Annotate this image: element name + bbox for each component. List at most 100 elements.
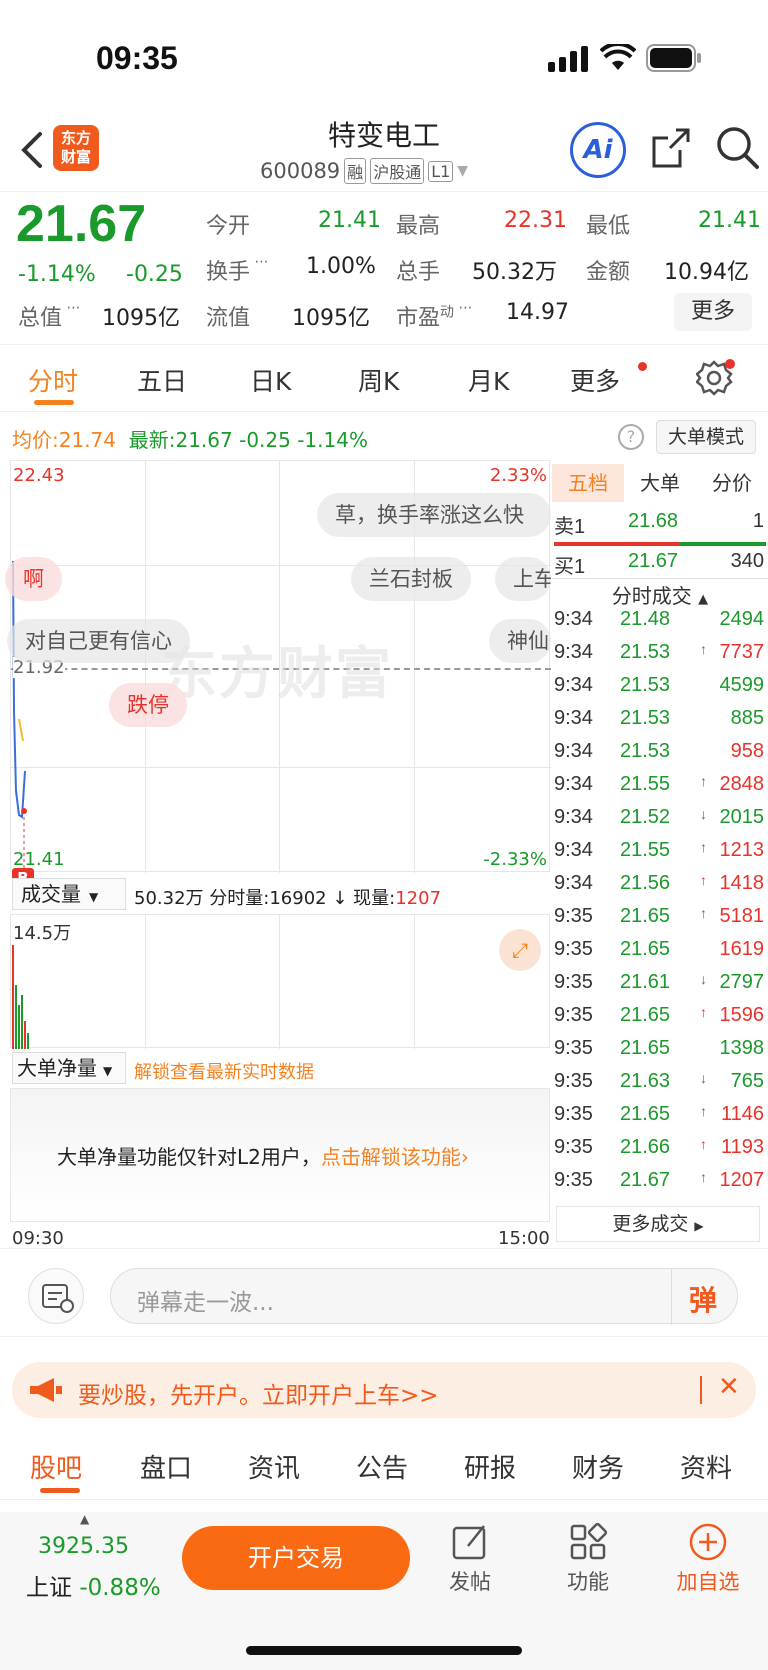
content-tabs: 股吧 盘口 资讯 公告 研报 财务 资料	[0, 1430, 768, 1500]
tick-direction-icon	[700, 608, 714, 641]
promo-banner[interactable]: 要炒股，先开户。立即开户上车>> ✕	[12, 1362, 756, 1418]
settings-gear-icon[interactable]	[696, 358, 736, 398]
expand-icon[interactable]: ⤢	[499, 929, 541, 971]
tick-volume: 1213	[719, 839, 765, 861]
tick-price: 21.52	[620, 806, 671, 828]
tick-direction-icon: ↑	[700, 839, 707, 855]
turnover-label[interactable]: 换手 ⋯	[206, 254, 268, 286]
unlock-link[interactable]: 解锁查看最新实时数据	[134, 1058, 314, 1084]
tick-volume: 2494	[719, 608, 765, 630]
add-watchlist-button[interactable]: 加自选	[666, 1512, 750, 1612]
tab-news[interactable]: 资讯	[248, 1448, 300, 1485]
latest-price: 21.67	[175, 428, 233, 452]
high-value: 22.31	[504, 208, 567, 233]
tick-volume: 1146	[720, 1103, 764, 1125]
tick-volume: 2015	[719, 806, 765, 828]
tick-direction-icon: ↑	[700, 905, 707, 921]
time-axis-start: 09:30	[12, 1228, 64, 1249]
tick-price: 21.53	[620, 707, 671, 729]
post-button[interactable]: 发帖	[436, 1512, 504, 1612]
caret-up-icon: ▲	[80, 1512, 90, 1526]
tab-forum[interactable]: 股吧	[30, 1448, 82, 1485]
volume-label: 总手	[396, 260, 441, 285]
tab-price-dist[interactable]: 分价	[696, 464, 768, 502]
tab-monthly-k[interactable]: 月K	[468, 362, 509, 398]
tab-intraday[interactable]: 分时	[28, 362, 78, 398]
unlock-feature-link[interactable]: 点击解锁该功能	[321, 1145, 461, 1169]
tick-volume: 1619	[719, 938, 765, 960]
tick-price: 21.48	[620, 608, 671, 630]
tick-volume: 1418	[719, 872, 765, 894]
more-quote-button[interactable]: 更多	[674, 293, 752, 331]
tab-finance[interactable]: 财务	[572, 1448, 624, 1485]
low-value: 21.41	[698, 208, 761, 233]
tab-daily-k[interactable]: 日K	[250, 362, 291, 398]
search-icon[interactable]	[714, 124, 760, 172]
home-indicator	[246, 1646, 522, 1655]
tick-price: 21.61	[620, 971, 671, 993]
tick-volume: 2848	[719, 773, 765, 795]
more-ticks-button[interactable]: 更多成交 ▶	[556, 1206, 760, 1242]
promo-text: 要炒股，先开户。立即开户上车>>	[78, 1383, 439, 1409]
plus-circle-icon	[689, 1523, 727, 1561]
help-icon[interactable]: ?	[618, 424, 644, 450]
function-button[interactable]: 功能	[554, 1512, 622, 1612]
tick-price: 21.55	[620, 773, 671, 795]
tick-volume: 958	[730, 740, 764, 762]
danmu-input-box[interactable]: 弹幕走一波... 弹	[110, 1268, 738, 1325]
volume-selector[interactable]: 成交量 ▼	[12, 878, 126, 910]
tick-direction-icon	[700, 938, 714, 971]
tab-announcements[interactable]: 公告	[356, 1448, 408, 1485]
tick-row: 9:34 21.55 ↑ 1213	[554, 839, 764, 872]
info-icon: ⋯	[454, 300, 473, 316]
index-info[interactable]: 上证 -0.88%	[26, 1568, 161, 1602]
tab-weekly-k[interactable]: 周K	[358, 362, 399, 398]
tick-row: 9:35 21.65 ↑ 5181	[554, 905, 764, 938]
intraday-chart[interactable]: 东方财富 22.43 21.92 21.41 2.33% -2.33% 草，换手…	[5, 460, 551, 873]
pct-axis-low: -2.33%	[483, 849, 547, 870]
close-icon[interactable]: ✕	[718, 1372, 740, 1402]
tick-row: 9:35 21.61 ↓ 2797	[554, 971, 764, 1004]
tab-five-levels[interactable]: 五档	[552, 464, 624, 502]
tab-handicap[interactable]: 盘口	[140, 1448, 192, 1485]
danmu-settings-icon[interactable]	[28, 1268, 84, 1324]
status-time: 09:35	[96, 40, 178, 76]
tab-profile[interactable]: 资料	[680, 1448, 732, 1485]
tab-more[interactable]: 更多	[570, 362, 620, 398]
tab-research[interactable]: 研报	[464, 1448, 516, 1485]
net-volume-selector[interactable]: 大单净量 ▼	[12, 1052, 126, 1084]
tick-row: 9:35 21.65 1619	[554, 938, 764, 971]
danmu-send-button[interactable]: 弹	[689, 1279, 717, 1319]
tick-time: 9:35	[554, 1103, 593, 1125]
tick-row: 9:35 21.63 ↓ 765	[554, 1070, 764, 1103]
tick-volume: 1398	[719, 1037, 765, 1059]
open-value: 21.41	[318, 208, 381, 233]
order-book-tabs: 五档 大单 分价	[552, 464, 768, 504]
mcap-label[interactable]: 总值 ⋯	[18, 300, 80, 332]
danmu-message: 对自己更有信心	[7, 619, 190, 663]
ai-button[interactable]: Ai	[570, 122, 626, 178]
share-icon[interactable]	[650, 126, 692, 170]
volume-info: 50.32万 分时量:16902 ↓ 现量:1207	[134, 888, 442, 909]
caret-up-icon: ▲	[698, 592, 709, 607]
tick-volume: 4599	[719, 674, 765, 696]
big-order-mode-button[interactable]: 大单模式	[656, 420, 756, 454]
tick-time: 9:35	[554, 1070, 593, 1092]
tick-direction-icon: ↑	[700, 1103, 707, 1119]
open-account-trade-button[interactable]: 开户交易	[182, 1526, 410, 1590]
high-label: 最高	[396, 214, 441, 239]
index-value[interactable]: 3925.35	[38, 1534, 129, 1559]
pe-label[interactable]: 市盈动 ⋯	[396, 300, 472, 332]
tick-row: 9:34 21.53 ↑ 7737	[554, 641, 764, 674]
tag-connect: 沪股通	[370, 158, 425, 184]
tab-big-orders[interactable]: 大单	[624, 464, 696, 502]
danmu-message: 啊	[5, 557, 62, 601]
tick-time: 9:34	[554, 806, 593, 828]
tick-row: 9:34 21.56 ↑ 1418	[554, 872, 764, 905]
stock-code-row[interactable]: 600089 融 沪股通 L1 ▼	[260, 158, 468, 184]
ticks-title[interactable]: 分时成交 ▲	[552, 580, 768, 609]
tick-row: 9:35 21.65 ↑ 1596	[554, 1004, 764, 1037]
battery-icon	[646, 44, 701, 72]
tab-five-day[interactable]: 五日	[137, 362, 187, 398]
tick-time: 9:34	[554, 740, 593, 762]
